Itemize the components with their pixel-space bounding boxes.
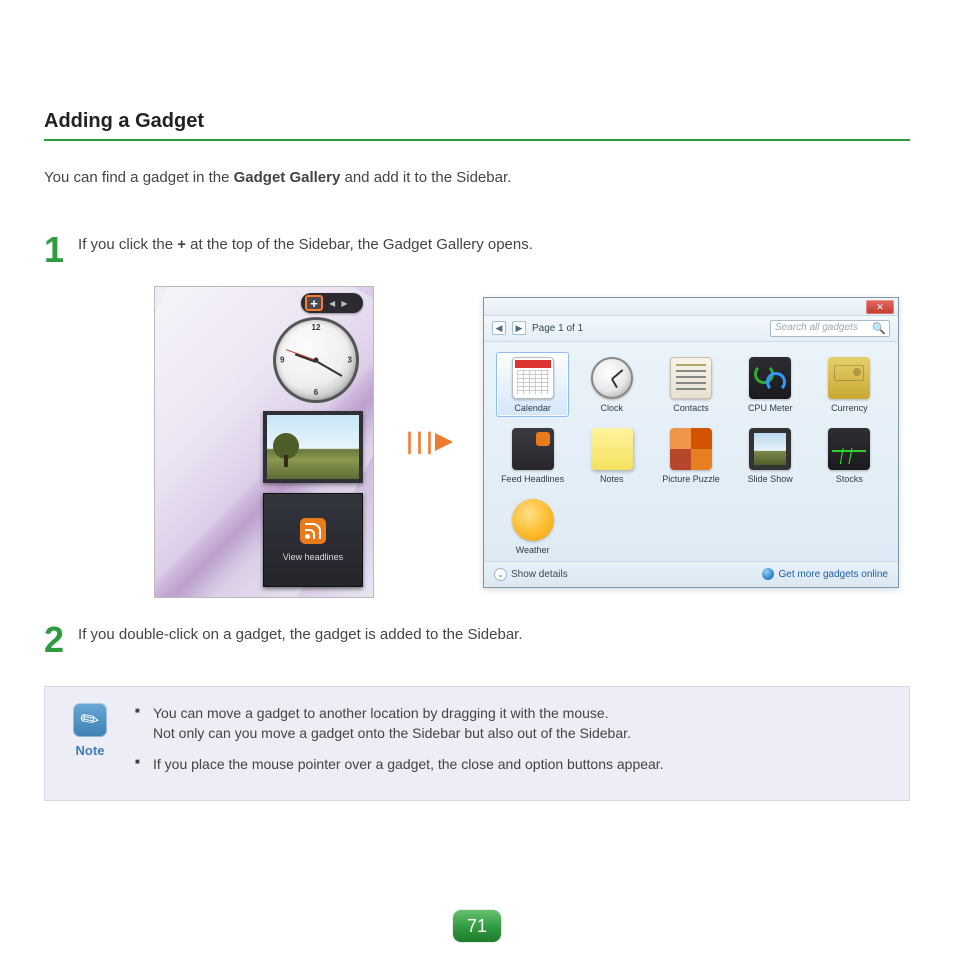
clock-3: 3 bbox=[348, 356, 352, 365]
step-1-text: If you click the + at the top of the Sid… bbox=[78, 232, 533, 253]
gallery-grid: Calendar Clock Contacts CPU Meter Curren… bbox=[484, 342, 898, 561]
gadget-feed-headlines[interactable]: Feed Headlines bbox=[496, 423, 569, 488]
search-icon: 🔍 bbox=[872, 322, 886, 335]
search-input[interactable]: Search all gadgets 🔍 bbox=[770, 320, 890, 337]
note-1-line2: Not only can you move a gadget onto the … bbox=[153, 725, 631, 741]
clock-label: Clock bbox=[601, 403, 624, 413]
step-1: 1 If you click the + at the top of the S… bbox=[44, 232, 910, 268]
feed-icon bbox=[512, 428, 554, 470]
weather-icon bbox=[512, 499, 554, 541]
intro-post: and add it to the Sidebar. bbox=[340, 169, 511, 186]
note-item-1: You can move a gadget to another locatio… bbox=[135, 703, 664, 744]
clock-icon bbox=[591, 357, 633, 399]
search-placeholder: Search all gadgets bbox=[775, 322, 858, 333]
gadget-calendar[interactable]: Calendar bbox=[496, 352, 569, 417]
clock-minute-hand bbox=[316, 360, 343, 377]
gallery-titlebar: ✕ bbox=[484, 298, 898, 316]
step-2: 2 If you double-click on a gadget, the g… bbox=[44, 622, 910, 658]
get-more-gadgets-link[interactable]: Get more gadgets online bbox=[762, 568, 888, 580]
note-1-line1: You can move a gadget to another locatio… bbox=[153, 705, 609, 721]
add-gadget-button[interactable]: + bbox=[305, 295, 323, 311]
cpu-meter-icon bbox=[749, 357, 791, 399]
gadget-notes[interactable]: Notes bbox=[575, 423, 648, 488]
currency-label: Currency bbox=[831, 403, 868, 413]
gallery-toolbar: ◀ ▶ Page 1 of 1 Search all gadgets 🔍 bbox=[484, 316, 898, 342]
calendar-label: Calendar bbox=[514, 403, 551, 413]
clock-6: 6 bbox=[314, 388, 318, 397]
sidebar-nav-arrows[interactable]: ◀ ▶ bbox=[329, 299, 350, 308]
rss-label: View headlines bbox=[283, 552, 343, 562]
cpu-label: CPU Meter bbox=[748, 403, 793, 413]
stocks-icon bbox=[828, 428, 870, 470]
note-icon: ✎ bbox=[73, 703, 107, 737]
show-details-button[interactable]: ⌄ Show details bbox=[494, 568, 568, 581]
intro-text: You can find a gadget in the Gadget Gall… bbox=[44, 169, 910, 186]
note-list: You can move a gadget to another locatio… bbox=[135, 703, 664, 784]
intro-bold: Gadget Gallery bbox=[234, 169, 341, 186]
slideshow-icon bbox=[749, 428, 791, 470]
page-title: Adding a Gadget bbox=[44, 110, 910, 141]
step-1-number: 1 bbox=[44, 232, 64, 268]
page-number: 71 bbox=[453, 910, 501, 942]
calendar-icon bbox=[512, 357, 554, 399]
chevron-down-icon: ⌄ bbox=[494, 568, 507, 581]
puzzle-icon bbox=[670, 428, 712, 470]
prev-page-button[interactable]: ◀ bbox=[492, 321, 506, 335]
gadget-contacts[interactable]: Contacts bbox=[654, 352, 727, 417]
step-1-pre: If you click the bbox=[78, 236, 177, 253]
stocks-label: Stocks bbox=[836, 474, 863, 484]
arrow-icon: ∣∣∣ bbox=[404, 429, 453, 455]
note-label: Note bbox=[63, 743, 117, 758]
step-1-bold: + bbox=[177, 236, 186, 253]
clock-second-hand bbox=[286, 349, 316, 361]
clock-9: 9 bbox=[280, 356, 284, 365]
gadget-slide-show[interactable]: Slide Show bbox=[734, 423, 807, 488]
gadget-currency[interactable]: Currency bbox=[813, 352, 886, 417]
clock-12: 12 bbox=[312, 323, 321, 332]
page-indicator: Page 1 of 1 bbox=[532, 323, 583, 334]
slide-label: Slide Show bbox=[748, 474, 793, 484]
close-button[interactable]: ✕ bbox=[866, 300, 894, 314]
sidebar-screenshot: + ◀ ▶ 12 3 6 9 View headlines bbox=[154, 286, 374, 598]
currency-icon bbox=[828, 357, 870, 399]
gadget-stocks[interactable]: Stocks bbox=[813, 423, 886, 488]
clock-gadget[interactable]: 12 3 6 9 bbox=[273, 317, 359, 403]
gadget-cpu-meter[interactable]: CPU Meter bbox=[734, 352, 807, 417]
feed-label: Feed Headlines bbox=[501, 474, 564, 484]
notes-icon bbox=[591, 428, 633, 470]
notes-label: Notes bbox=[600, 474, 624, 484]
step-2-text: If you double-click on a gadget, the gad… bbox=[78, 622, 523, 643]
contacts-label: Contacts bbox=[673, 403, 709, 413]
next-page-button[interactable]: ▶ bbox=[512, 321, 526, 335]
sidebar-topbar: + ◀ ▶ bbox=[301, 293, 363, 313]
contacts-icon bbox=[670, 357, 712, 399]
note-item-2: If you place the mouse pointer over a ga… bbox=[135, 754, 664, 774]
note-2-line1: If you place the mouse pointer over a ga… bbox=[153, 756, 664, 772]
photo-trunk bbox=[284, 455, 288, 467]
weather-label: Weather bbox=[516, 545, 550, 555]
note-left: ✎ Note bbox=[63, 703, 117, 758]
intro-pre: You can find a gadget in the bbox=[44, 169, 234, 186]
slideshow-gadget[interactable] bbox=[263, 411, 363, 483]
step-1-post: at the top of the Sidebar, the Gadget Ga… bbox=[186, 236, 533, 253]
rss-icon bbox=[300, 518, 326, 544]
gallery-footer: ⌄ Show details Get more gadgets online bbox=[484, 561, 898, 587]
step-2-number: 2 bbox=[44, 622, 64, 658]
note-box: ✎ Note You can move a gadget to another … bbox=[44, 686, 910, 801]
feed-headlines-gadget[interactable]: View headlines bbox=[263, 493, 363, 587]
globe-icon bbox=[762, 568, 774, 580]
gadget-picture-puzzle[interactable]: Picture Puzzle bbox=[654, 423, 727, 488]
more-online-label: Get more gadgets online bbox=[778, 569, 888, 580]
gadget-weather[interactable]: Weather bbox=[496, 494, 569, 559]
show-details-label: Show details bbox=[511, 569, 568, 580]
gadget-gallery-window: ✕ ◀ ▶ Page 1 of 1 Search all gadgets 🔍 C… bbox=[483, 297, 899, 588]
figure-row: + ◀ ▶ 12 3 6 9 View headlines bbox=[154, 286, 910, 598]
puzzle-label: Picture Puzzle bbox=[662, 474, 720, 484]
gadget-clock[interactable]: Clock bbox=[575, 352, 648, 417]
